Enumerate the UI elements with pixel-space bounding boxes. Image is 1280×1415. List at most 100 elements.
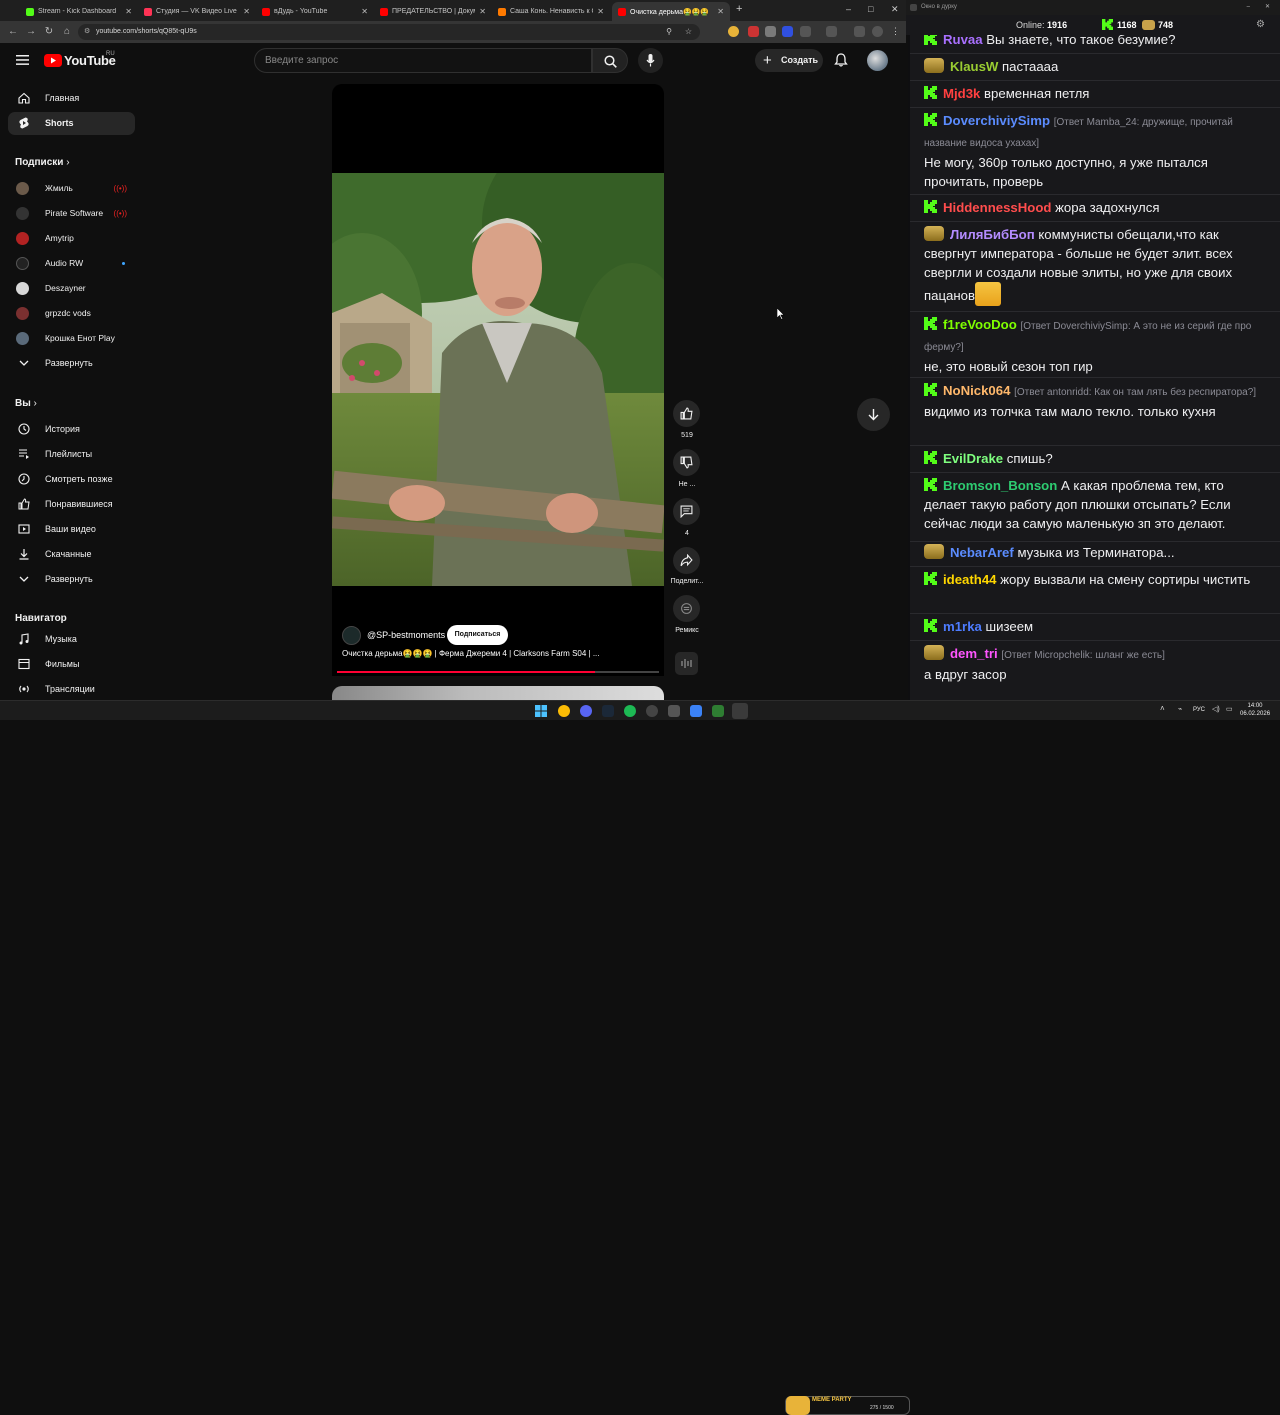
search-button[interactable]: [592, 48, 628, 73]
language-indicator[interactable]: РУС: [1193, 707, 1205, 713]
dislike-button[interactable]: [673, 449, 700, 476]
sidebar-expand-you[interactable]: Развернуть: [8, 568, 135, 591]
chrome-icon[interactable]: [558, 705, 570, 717]
volume-icon[interactable]: ◁): [1212, 705, 1220, 713]
url-field[interactable]: ⚙ youtube.com/shorts/qQ85t-qU9s ⚲ ☆: [78, 24, 700, 40]
tab-current-short[interactable]: Очистка дерьма🤮🤮🤮 ✕: [612, 2, 730, 21]
subscription-item[interactable]: Amytrip: [8, 227, 135, 250]
home-icon[interactable]: ⌂: [60, 25, 74, 39]
next-short-preview[interactable]: [332, 686, 664, 700]
sidebar-item-playlists[interactable]: Плейлисты: [8, 443, 135, 466]
hamburger-menu-icon[interactable]: [16, 55, 29, 65]
subscribe-button[interactable]: Подписаться: [447, 625, 508, 645]
system-clock[interactable]: 14:00 06.02.2026: [1240, 702, 1270, 718]
voice-search-button[interactable]: [638, 48, 663, 73]
app-icon[interactable]: [690, 705, 702, 717]
subscriptions-heading[interactable]: Подписки ›: [15, 157, 70, 168]
network-icon[interactable]: ⌁: [1178, 705, 1182, 713]
close-tab-icon[interactable]: ✕: [361, 7, 368, 16]
close-tab-icon[interactable]: ✕: [717, 7, 724, 16]
share-button[interactable]: [673, 547, 700, 574]
subscription-item[interactable]: Жмиль ((•)): [8, 177, 135, 200]
windows-start-icon[interactable]: [535, 705, 547, 717]
sidebar-item-home[interactable]: Главная: [8, 87, 135, 110]
sidebar-item-shorts[interactable]: Shorts: [8, 112, 135, 135]
steam-icon[interactable]: [602, 705, 614, 717]
tab-documentary[interactable]: ПРЕДАТЕЛЬСТВО | Документальный ✕: [374, 2, 492, 21]
forward-icon[interactable]: →: [24, 25, 38, 39]
new-tab-button[interactable]: +: [736, 3, 742, 15]
divider: [910, 445, 1280, 446]
notifications-bell-icon[interactable]: [834, 53, 848, 67]
tab-sasha-kon[interactable]: Саша Конь. Ненависть к Стас ✕: [492, 2, 610, 21]
sidebar-item-history[interactable]: История: [8, 418, 135, 441]
reload-icon[interactable]: ↻: [42, 25, 56, 39]
settings-gear-icon[interactable]: ⚙: [1256, 15, 1265, 35]
active-app-icon[interactable]: [732, 703, 748, 719]
subscription-item[interactable]: Deszayner: [8, 277, 135, 300]
channel-avatar[interactable]: [342, 626, 361, 645]
sidebar-item-films[interactable]: Фильмы: [8, 653, 135, 676]
video-progress-bar[interactable]: [337, 671, 659, 673]
tab-vdud[interactable]: вДудь - YouTube ✕: [256, 2, 374, 21]
subscription-item[interactable]: Audio RW: [8, 252, 135, 275]
subscription-item[interactable]: Pirate Software ((•)): [8, 202, 135, 225]
close-tab-icon[interactable]: ✕: [243, 7, 250, 16]
sidebar-item-live[interactable]: Трансляции: [8, 678, 135, 700]
like-button[interactable]: [673, 400, 700, 427]
chevron-up-icon[interactable]: ˄: [1160, 704, 1165, 713]
extension-icon[interactable]: [765, 26, 776, 37]
comments-button[interactable]: [673, 498, 700, 525]
app-icon[interactable]: [712, 705, 724, 717]
remix-button[interactable]: [673, 595, 700, 622]
account-avatar[interactable]: [867, 50, 888, 71]
profile-icon[interactable]: [872, 26, 883, 37]
sidebar-icon[interactable]: [854, 26, 865, 37]
extensions-puzzle-icon[interactable]: [800, 26, 811, 37]
sidebar-item-downloads[interactable]: Скачанные: [8, 543, 135, 566]
video-title[interactable]: Очистка дерьма🤮🤮🤮 | Ферма Джереми 4 | Cl…: [342, 649, 657, 658]
video-frame-image[interactable]: [332, 173, 664, 586]
close-tab-icon[interactable]: ✕: [125, 7, 132, 16]
search-input[interactable]: Введите запрос: [254, 48, 592, 73]
spotify-icon[interactable]: [624, 705, 636, 717]
sound-thumbnail[interactable]: [675, 652, 698, 675]
sidebar-expand-subscriptions[interactable]: Развернуть: [8, 352, 135, 375]
close-tab-icon[interactable]: ✕: [597, 7, 604, 16]
channel-name[interactable]: @SP-bestmoments: [367, 630, 445, 640]
extension-icon[interactable]: [782, 26, 793, 37]
sidebar-item-watch-later[interactable]: Смотреть позже: [8, 468, 135, 491]
next-video-button[interactable]: [857, 398, 890, 431]
site-info-icon[interactable]: ⚙: [84, 24, 90, 40]
sidebar-item-music[interactable]: Музыка: [8, 628, 135, 651]
minimize-button[interactable]: –: [1247, 0, 1250, 15]
app-icon[interactable]: [668, 705, 680, 717]
close-tab-icon[interactable]: ✕: [479, 7, 486, 16]
zoom-icon[interactable]: ⚲: [666, 24, 672, 40]
subscription-item[interactable]: grpzdc vods: [8, 302, 135, 325]
sidebar-item-your-videos[interactable]: Ваши видео: [8, 518, 135, 541]
you-heading[interactable]: Вы ›: [15, 398, 37, 409]
menu-icon[interactable]: ⋮: [890, 26, 901, 37]
close-window-button[interactable]: ✕: [891, 4, 899, 15]
close-button[interactable]: ✕: [1265, 0, 1270, 15]
tab-vk-studio[interactable]: Студия — VK Видео Live ✕: [138, 2, 256, 21]
subscription-item[interactable]: Крошка Енот Play: [8, 327, 135, 350]
minimize-button[interactable]: –: [846, 4, 851, 14]
sidebar-item-liked[interactable]: Понравившиеся: [8, 493, 135, 516]
obs-icon[interactable]: [646, 705, 658, 717]
discord-icon[interactable]: [580, 705, 592, 717]
create-button[interactable]: + Создать: [755, 49, 823, 72]
chat-feed[interactable]: Ruvaa Вы знаете, что такое безумие? Klau…: [908, 35, 1280, 700]
back-icon[interactable]: ←: [6, 25, 20, 39]
youtube-logo-icon[interactable]: [44, 54, 62, 67]
extension-icon[interactable]: [748, 26, 759, 37]
downloads-icon[interactable]: [826, 26, 837, 37]
battery-icon[interactable]: ▭: [1226, 705, 1233, 713]
tab-kick-dashboard[interactable]: Stream - Kick Dashboard ✕: [20, 2, 138, 21]
bookmark-star-icon[interactable]: ☆: [685, 24, 692, 40]
shorts-player[interactable]: @SP-bestmoments Подписаться Очистка дерь…: [332, 84, 664, 676]
home-icon: [18, 92, 30, 104]
extension-icon[interactable]: [728, 26, 739, 37]
maximize-button[interactable]: □: [868, 4, 873, 14]
